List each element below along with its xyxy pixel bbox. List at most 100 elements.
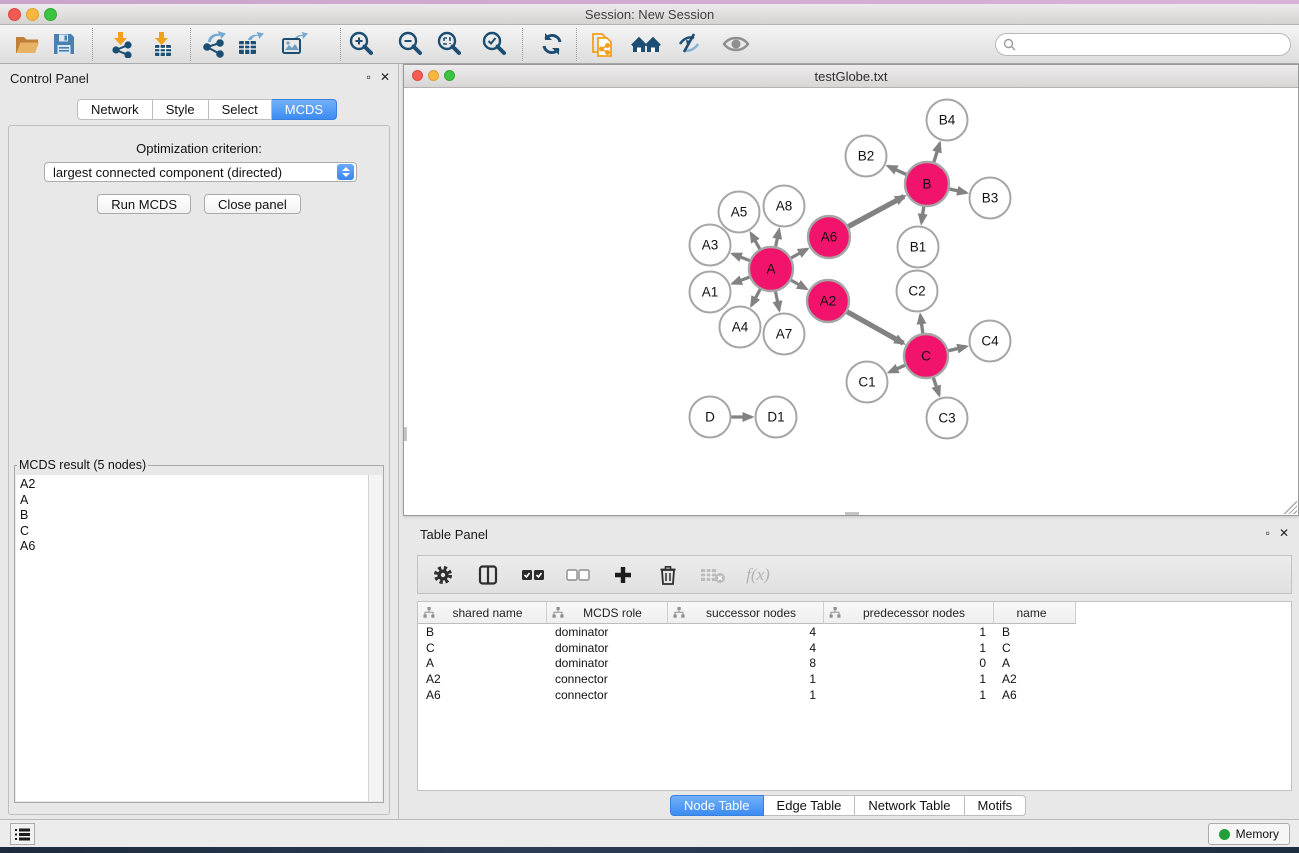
new-network-from-selection-button[interactable] (588, 29, 618, 59)
tab-mcds[interactable]: MCDS (272, 99, 337, 120)
table-cell[interactable]: A2 (994, 672, 1076, 686)
edge-A-A7[interactable] (775, 289, 779, 310)
table-cell[interactable]: dominator (547, 656, 668, 670)
tab-node-table[interactable]: Node Table (670, 795, 764, 816)
node-A7[interactable]: A7 (764, 314, 805, 355)
zoom-selected-button[interactable] (479, 29, 509, 59)
table-options-button[interactable] (430, 562, 456, 588)
node-C[interactable]: C (904, 334, 948, 378)
node-C3[interactable]: C3 (927, 398, 968, 439)
table-cell[interactable]: connector (547, 672, 668, 686)
export-network-button[interactable] (199, 29, 229, 59)
table-row[interactable]: Adominator80A (418, 656, 1291, 672)
column-header[interactable]: successor nodes (668, 602, 824, 624)
node-D[interactable]: D (690, 397, 731, 438)
column-header[interactable]: shared name (418, 602, 547, 624)
node-A[interactable]: A (749, 247, 793, 291)
table-cell[interactable]: 1 (668, 672, 824, 686)
add-column-button[interactable] (610, 562, 636, 588)
delete-column-button[interactable] (655, 562, 681, 588)
birds-eye-view-button[interactable] (721, 29, 751, 59)
table-cell[interactable]: A (994, 656, 1076, 670)
close-panel-icon[interactable]: ✕ (1279, 526, 1289, 540)
table-cell[interactable]: dominator (547, 625, 668, 639)
function-builder-button[interactable]: f(x) (745, 562, 771, 588)
zoom-in-button[interactable] (346, 29, 376, 59)
delete-table-button[interactable] (700, 562, 726, 588)
tab-network[interactable]: Network (77, 99, 153, 120)
task-history-button[interactable] (10, 823, 35, 845)
table-cell[interactable]: 1 (824, 688, 994, 702)
list-item[interactable]: B (20, 508, 368, 524)
node-A4[interactable]: A4 (720, 307, 761, 348)
node-A1[interactable]: A1 (690, 272, 731, 313)
column-header[interactable]: MCDS role (547, 602, 668, 624)
tab-network-table[interactable]: Network Table (855, 795, 964, 816)
column-header[interactable]: name (994, 602, 1076, 624)
float-panel-icon[interactable]: ▫ (367, 70, 371, 84)
table-cell[interactable]: A2 (418, 672, 547, 686)
node-B2[interactable]: B2 (846, 136, 887, 177)
node-A5[interactable]: A5 (719, 192, 760, 233)
deselect-all-button[interactable] (565, 562, 591, 588)
list-item[interactable]: A6 (20, 539, 368, 555)
select-all-button[interactable] (520, 562, 546, 588)
import-network-button[interactable] (107, 29, 137, 59)
table-cell[interactable]: 1 (824, 641, 994, 655)
export-table-button[interactable] (235, 29, 265, 59)
column-header[interactable]: predecessor nodes (824, 602, 994, 624)
node-C4[interactable]: C4 (970, 321, 1011, 362)
node-D1[interactable]: D1 (756, 397, 797, 438)
table-cell[interactable]: B (994, 625, 1076, 639)
table-cell[interactable]: dominator (547, 641, 668, 655)
node-C1[interactable]: C1 (847, 362, 888, 403)
node-A8[interactable]: A8 (764, 186, 805, 227)
table-cell[interactable]: 4 (668, 641, 824, 655)
edge-A2-C[interactable] (845, 310, 904, 343)
edge-B-B4[interactable] (933, 143, 940, 165)
import-table-button[interactable] (148, 29, 178, 59)
window-resize-grip[interactable] (1284, 501, 1297, 514)
tab-motifs[interactable]: Motifs (965, 795, 1027, 816)
tab-style[interactable]: Style (153, 99, 209, 120)
list-item[interactable]: A (20, 493, 368, 509)
memory-button[interactable]: Memory (1208, 823, 1290, 845)
table-row[interactable]: A2connector11A2 (418, 671, 1291, 687)
run-mcds-button[interactable]: Run MCDS (97, 194, 191, 214)
tab-select[interactable]: Select (209, 99, 272, 120)
node-B4[interactable]: B4 (927, 100, 968, 141)
node-B1[interactable]: B1 (898, 227, 939, 268)
tab-edge-table[interactable]: Edge Table (764, 795, 856, 816)
table-cell[interactable]: B (418, 625, 547, 639)
table-cell[interactable]: C (994, 641, 1076, 655)
show-all-networks-button[interactable] (631, 29, 661, 59)
table-cell[interactable]: 1 (824, 625, 994, 639)
toggle-graphics-details-button[interactable] (675, 29, 705, 59)
edge-B-B2[interactable] (888, 166, 909, 175)
open-session-button[interactable] (12, 29, 42, 59)
apply-layout-button[interactable] (537, 29, 567, 59)
list-item[interactable]: A2 (20, 477, 368, 493)
table-cell[interactable]: A6 (418, 688, 547, 702)
zoom-out-button[interactable] (395, 29, 425, 59)
table-cell[interactable]: connector (547, 688, 668, 702)
table-cell[interactable]: A (418, 656, 547, 670)
table-cell[interactable]: 1 (668, 688, 824, 702)
export-image-button[interactable] (279, 29, 309, 59)
edge-A6-B[interactable] (846, 196, 904, 228)
show-columns-button[interactable] (475, 562, 501, 588)
node-B[interactable]: B (905, 162, 949, 206)
table-row[interactable]: Bdominator41B (418, 624, 1291, 640)
node-A2[interactable]: A2 (807, 280, 849, 322)
mcds-list-scrollbar[interactable] (368, 475, 382, 801)
mcds-result-list[interactable]: A2ABCA6 (16, 475, 368, 801)
table-cell[interactable]: 1 (824, 672, 994, 686)
close-panel-icon[interactable]: ✕ (380, 70, 390, 84)
table-row[interactable]: A6connector11A6 (418, 687, 1291, 703)
table-cell[interactable]: 0 (824, 656, 994, 670)
fit-content-button[interactable] (434, 29, 464, 59)
node-A3[interactable]: A3 (690, 225, 731, 266)
table-cell[interactable]: C (418, 641, 547, 655)
float-panel-icon[interactable]: ▫ (1266, 526, 1270, 540)
node-B3[interactable]: B3 (970, 178, 1011, 219)
